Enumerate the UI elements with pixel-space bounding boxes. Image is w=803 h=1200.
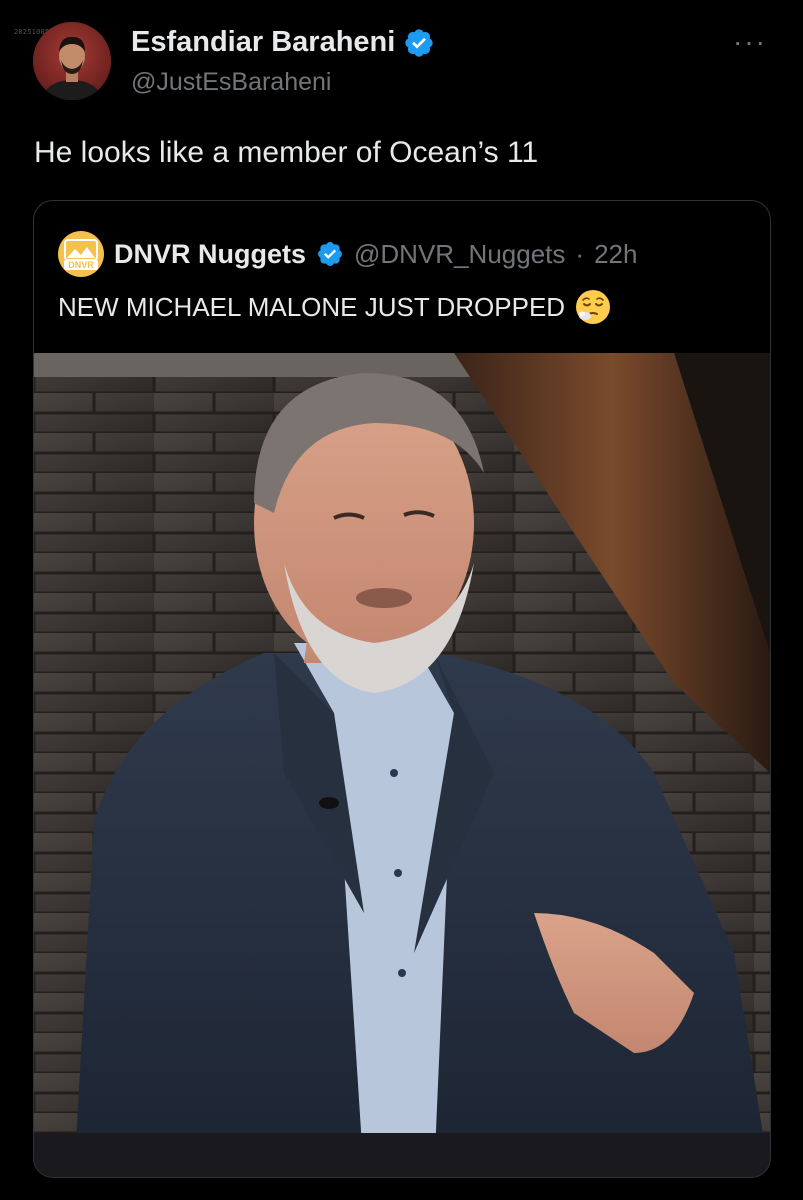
verified-badge-icon <box>405 28 433 57</box>
dnvr-logo-text: DNVR <box>68 260 94 270</box>
quoted-text-row: NEW MICHAEL MALONE JUST DROPPED <box>58 289 611 325</box>
avatar-image <box>33 22 111 100</box>
verified-badge-icon <box>318 242 342 266</box>
tweet-card: 20251005025933_ERS Esfandiar Baraheni @J… <box>0 0 803 1200</box>
separator-dot: · <box>575 238 585 269</box>
dnvr-logo-icon: DNVR <box>64 239 98 270</box>
quoted-tweet-text: NEW MICHAEL MALONE JUST DROPPED <box>58 291 566 322</box>
author-display-name[interactable]: Esfandiar Baraheni <box>131 26 395 59</box>
author-name-row: Esfandiar Baraheni <box>131 26 435 59</box>
more-options-icon[interactable]: ··· <box>733 26 767 58</box>
quoted-display-name[interactable]: DNVR Nuggets <box>114 239 306 270</box>
author-avatar[interactable] <box>33 22 111 100</box>
quoted-author-avatar[interactable]: DNVR <box>58 231 104 277</box>
quoted-timestamp[interactable]: 22h <box>594 239 637 270</box>
photo-image <box>34 353 770 1177</box>
quoted-handle[interactable]: @DNVR_Nuggets <box>354 239 565 270</box>
quoted-tweet[interactable]: DNVR DNVR Nuggets @DNVR_Nuggets · 22h NE… <box>33 200 771 1178</box>
quoted-tweet-photo[interactable] <box>34 353 770 1177</box>
tweet-text: He looks like a member of Ocean’s 11 <box>34 136 539 169</box>
author-handle[interactable]: @JustEsBaraheni <box>131 68 331 97</box>
quoted-tweet-header: DNVR DNVR Nuggets @DNVR_Nuggets · 22h <box>58 231 637 277</box>
relieved-face-emoji <box>576 290 611 324</box>
